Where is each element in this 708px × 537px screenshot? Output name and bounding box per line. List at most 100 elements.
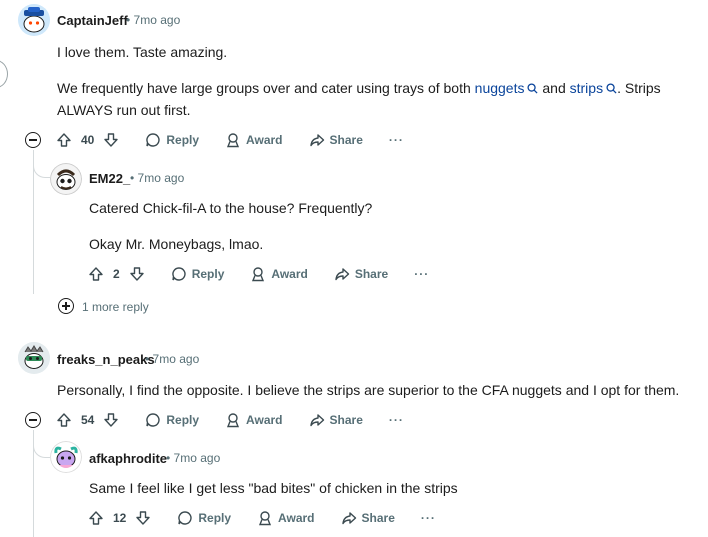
- comment-actions: 2 Reply Award Share ···: [88, 260, 429, 288]
- reply-button[interactable]: Reply: [177, 510, 231, 526]
- reply-button[interactable]: Reply: [145, 412, 199, 428]
- comment-bubble-icon: [146, 413, 161, 427]
- award-label: Award: [246, 133, 283, 147]
- separator: •: [130, 171, 135, 185]
- comment-actions: 40 Reply Award Share ···: [56, 126, 404, 154]
- username[interactable]: afkaphrodite: [89, 451, 167, 466]
- snoo-avatar-icon: [50, 441, 82, 473]
- reply-label: Reply: [191, 267, 225, 281]
- more-replies-link[interactable]: 1 more reply: [82, 300, 149, 314]
- downvote-icon[interactable]: [103, 412, 119, 428]
- collapse-thread-button[interactable]: [25, 412, 41, 428]
- separator: •: [145, 352, 150, 366]
- more-options-button[interactable]: ···: [389, 413, 404, 427]
- search-icon: [527, 83, 539, 94]
- vote-group: 12: [88, 510, 151, 526]
- comment-bubble-icon: [146, 133, 161, 147]
- downvote-icon[interactable]: [135, 510, 151, 526]
- avatar[interactable]: [50, 163, 82, 195]
- search-link-strips[interactable]: strips: [570, 80, 617, 97]
- share-button[interactable]: Share: [309, 132, 363, 148]
- award-button[interactable]: Award: [250, 266, 308, 282]
- thread-connector: [33, 150, 51, 178]
- collapsed-panel-edge: [0, 60, 8, 88]
- award-button[interactable]: Award: [225, 132, 283, 148]
- comment-bubble-icon: [171, 267, 186, 281]
- comment-meta: • 7mo ago: [166, 451, 220, 465]
- vote-group: 54: [56, 412, 119, 428]
- text-segment: We frequently have large groups over and…: [57, 80, 475, 96]
- avatar[interactable]: [18, 342, 50, 374]
- share-icon: [309, 414, 324, 427]
- comment-text: I love them. Taste amazing.: [57, 44, 228, 60]
- reply-label: Reply: [166, 413, 200, 427]
- avatar[interactable]: [50, 441, 82, 473]
- comment-text: Okay Mr. Moneybags, lmao.: [89, 236, 264, 252]
- downvote-icon[interactable]: [129, 266, 145, 282]
- reply-label: Reply: [166, 133, 200, 147]
- award-button[interactable]: Award: [257, 510, 315, 526]
- username[interactable]: EM22_: [89, 171, 130, 186]
- more-options-button[interactable]: ···: [421, 511, 436, 525]
- share-label: Share: [354, 267, 389, 281]
- share-button[interactable]: Share: [309, 412, 363, 428]
- share-button[interactable]: Share: [334, 266, 388, 282]
- award-icon: [259, 511, 272, 526]
- upvote-icon[interactable]: [88, 266, 104, 282]
- snoo-avatar-icon: [50, 163, 82, 195]
- username[interactable]: CaptainJeff: [57, 13, 128, 28]
- timestamp[interactable]: 7mo ago: [153, 352, 200, 366]
- upvote-icon[interactable]: [88, 510, 104, 526]
- vote-count: 2: [113, 267, 120, 281]
- share-label: Share: [329, 133, 363, 147]
- vote-count: 40: [81, 133, 95, 147]
- reply-button[interactable]: Reply: [171, 266, 225, 282]
- comment-meta: • 7mo ago: [130, 171, 184, 185]
- upvote-icon[interactable]: [56, 412, 72, 428]
- comment-text: Same I feel like I get less "bad bites" …: [89, 480, 458, 496]
- comment-text: We frequently have large groups over and…: [57, 77, 661, 99]
- award-label: Award: [246, 413, 283, 427]
- award-icon: [252, 267, 265, 282]
- snoo-avatar-icon: [18, 4, 50, 36]
- expand-replies-button[interactable]: [58, 298, 74, 314]
- share-label: Share: [361, 511, 395, 525]
- thread-connector: [33, 430, 51, 458]
- comment-meta: • 7mo ago: [126, 13, 180, 27]
- award-icon: [227, 413, 240, 428]
- search-link-nuggets[interactable]: nuggets: [475, 80, 539, 97]
- more-options-button[interactable]: ···: [414, 267, 429, 281]
- downvote-icon[interactable]: [103, 132, 119, 148]
- comment-text: Personally, I find the opposite. I belie…: [57, 382, 680, 398]
- upvote-icon[interactable]: [56, 132, 72, 148]
- comment-text: Catered Chick-fil-A to the house? Freque…: [89, 200, 373, 216]
- share-icon: [309, 134, 324, 147]
- award-label: Award: [278, 511, 315, 525]
- award-label: Award: [271, 267, 308, 281]
- separator: •: [126, 13, 131, 27]
- more-options-button[interactable]: ···: [389, 133, 404, 147]
- share-button[interactable]: Share: [341, 510, 395, 526]
- share-icon: [335, 268, 350, 281]
- collapse-thread-button[interactable]: [25, 132, 41, 148]
- search-icon: [606, 83, 617, 94]
- vote-count: 12: [113, 511, 127, 525]
- text-segment: . Strips: [617, 80, 661, 96]
- comment-bubble-icon: [178, 511, 193, 525]
- share-label: Share: [329, 413, 363, 427]
- avatar[interactable]: [18, 4, 50, 36]
- reply-button[interactable]: Reply: [145, 132, 199, 148]
- text-segment: and: [538, 80, 570, 96]
- timestamp[interactable]: 7mo ago: [134, 13, 181, 27]
- share-icon: [341, 512, 356, 525]
- username[interactable]: freaks_n_peaks: [57, 352, 155, 367]
- snoo-avatar-icon: [18, 342, 50, 374]
- comment-actions: 54 Reply Award Share ···: [56, 406, 404, 434]
- separator: •: [166, 451, 171, 465]
- timestamp[interactable]: 7mo ago: [138, 171, 185, 185]
- reply-label: Reply: [198, 511, 232, 525]
- comment-text: ALWAYS run out first.: [57, 102, 191, 118]
- award-button[interactable]: Award: [225, 412, 283, 428]
- comment-meta: • 7mo ago: [145, 352, 199, 366]
- timestamp[interactable]: 7mo ago: [174, 451, 221, 465]
